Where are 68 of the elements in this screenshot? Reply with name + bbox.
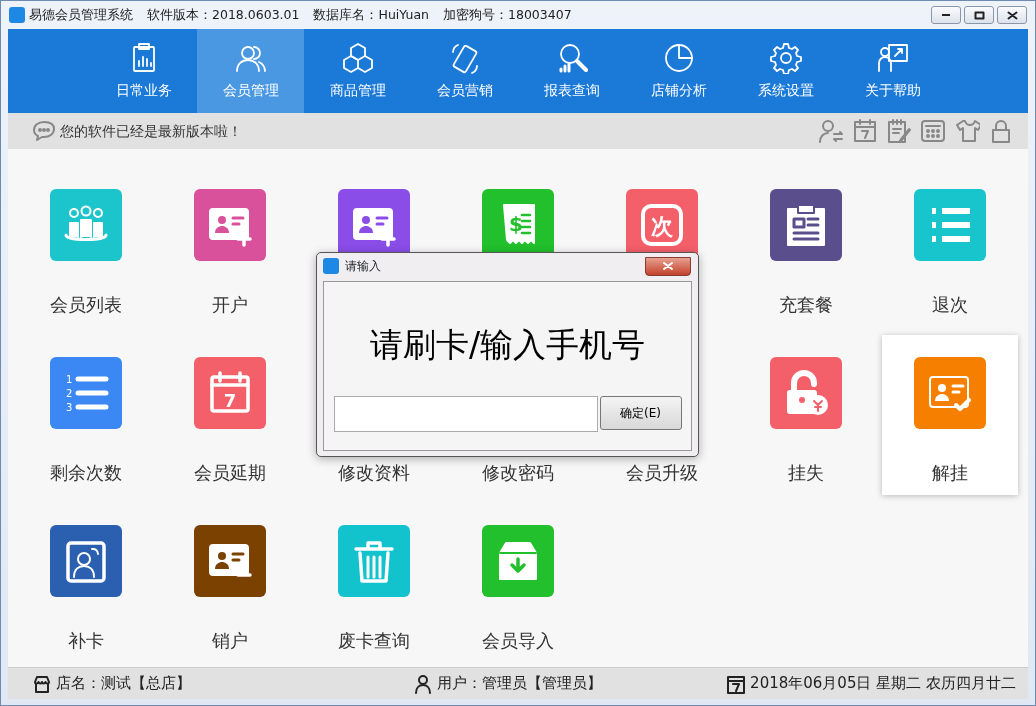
nav-tab[interactable]: 店铺分析 [625,29,732,113]
nav-tab[interactable]: 日常业务 [90,29,197,113]
app-title: 易德会员管理系统 [29,5,133,24]
maximize-icon [973,10,985,20]
tile-label[interactable]: 挂失 [788,459,824,486]
chat-bubble-icon [32,120,56,142]
close-icon [662,261,674,271]
tile-label[interactable]: 开户 [212,291,248,318]
cubes-icon [341,41,374,74]
notepad-pen-icon[interactable] [886,118,912,144]
maximize-button[interactable] [964,6,994,24]
tile-label[interactable]: 会员升级 [626,459,698,486]
close-icon [1006,10,1018,20]
nav-tab[interactable]: 系统设置 [732,29,839,113]
title-info: 加密狗号：18003407 [443,5,572,24]
calendar-icon[interactable] [852,118,878,144]
minimize-icon [941,13,951,17]
pie-chart-icon [662,41,695,74]
portrait-icon[interactable] [50,525,122,597]
people-group-icon[interactable] [50,189,122,261]
id-card-check-icon[interactable] [914,357,986,429]
date-text: 2018年06月05日 星期二 农历四月廿二 [750,673,1016,695]
list-icon[interactable] [914,189,986,261]
presenter-icon [876,41,909,74]
user-name: 用户：管理员【管理员】 [437,673,602,695]
tile-label[interactable]: 销户 [212,627,248,654]
tile-label[interactable]: 会员列表 [50,291,122,318]
id-card-minus-icon[interactable] [194,525,266,597]
tile-label[interactable]: 补卡 [68,627,104,654]
calculator-icon[interactable] [920,118,946,144]
tile-label[interactable]: 会员导入 [482,627,554,654]
trash-icon[interactable] [338,525,410,597]
nav-tab[interactable]: 会员营销 [411,29,518,113]
close-button[interactable] [997,6,1027,24]
notice-text: 您的软件已经是最新版本啦！ [60,121,242,141]
shop-icon [32,673,52,694]
nav-tab[interactable]: 关于帮助 [839,29,946,113]
tile-label[interactable]: 修改资料 [338,459,410,486]
id-card-plus-icon[interactable] [194,189,266,261]
lock-coin-icon[interactable] [770,357,842,429]
tile-label[interactable]: 废卡查询 [338,627,410,654]
calendar-icon [726,673,747,694]
tile-label[interactable]: 退次 [932,291,968,318]
tile-label[interactable]: 修改密码 [482,459,554,486]
shop-name: 店名：测试【总店】 [56,673,191,695]
app-logo-icon [323,258,339,274]
confirm-button[interactable]: 确定(E) [599,395,682,430]
settings-icon [769,41,802,74]
shirt-icon[interactable] [954,118,980,144]
input-field[interactable] [333,395,598,432]
tile-label[interactable]: 剩余次数 [50,459,122,486]
app-logo-icon [9,7,25,23]
document-icon[interactable] [770,189,842,261]
dialog-title: 请输入 [345,258,381,275]
nav-tab[interactable]: 报表查询 [518,29,625,113]
user-swap-icon[interactable] [818,118,844,144]
nav-tab[interactable]: 商品管理 [304,29,411,113]
prompt-text: 请刷卡/输入手机号 [369,324,646,366]
box-download-icon[interactable] [482,525,554,597]
tile-label[interactable]: 充套餐 [779,291,833,318]
user-icon [413,673,433,694]
minimize-button[interactable] [931,6,961,24]
title-info: 数据库名：HuiYuan [313,5,429,24]
title-info: 软件版本：2018.0603.01 [147,5,300,24]
close-button[interactable] [645,256,691,276]
tile-highlight[interactable]: 解挂 [882,335,1018,495]
tile-label[interactable]: 解挂 [932,459,968,486]
tile-label[interactable]: 会员延期 [194,459,266,486]
